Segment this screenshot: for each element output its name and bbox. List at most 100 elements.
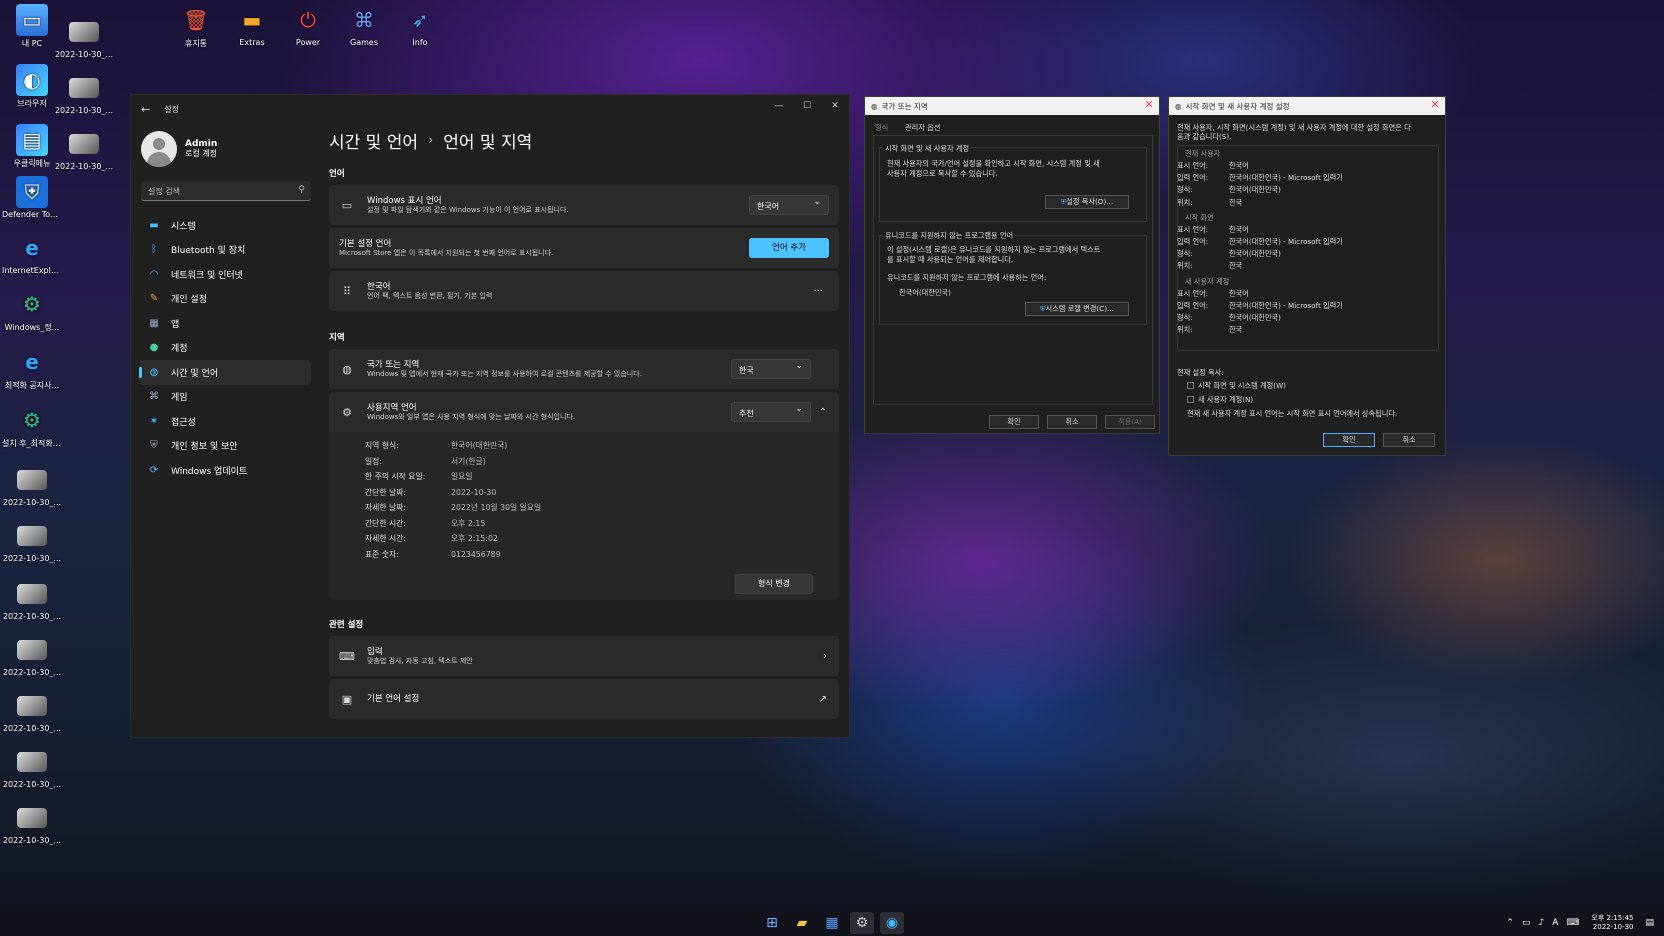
country-dropdown[interactable]: 한국 (731, 359, 811, 379)
group-title: 유니코드를 지원하지 않는 프로그램용 언어 (883, 231, 1016, 241)
sidebar-item-label: 네트워크 및 인터넷 (171, 270, 243, 281)
more-options-icon[interactable]: ··· (813, 286, 823, 297)
clock[interactable]: 오후 2:15:45 2022-10-30 (1591, 914, 1633, 932)
regional-format-icon: ⚙ (342, 405, 352, 419)
desktop-icon[interactable]: ⏻ Power (278, 4, 338, 47)
sidebar-item[interactable]: ◍ 시간 및 언어 (139, 360, 311, 385)
desktop-icon[interactable]: ⛨ Defender Tools.exe (2, 176, 62, 219)
desktop-icon[interactable]: ▤ 우클릭메뉴 (2, 124, 62, 169)
regional-format-dropdown[interactable]: 추천 (731, 402, 811, 422)
desktop-icon[interactable]: ▬ Extras (222, 4, 282, 47)
desktop-icon[interactable]: ▭ 내 PC (2, 4, 62, 49)
file-explorer-icon[interactable]: ▰ (790, 912, 814, 934)
apply-button[interactable]: 적용(A) (1105, 415, 1155, 429)
sidebar-item[interactable]: ◠ 네트워크 및 인터넷 (139, 262, 311, 287)
sidebar-item[interactable]: ᛒ Bluetooth 및 장치 (139, 238, 311, 263)
chevron-up-icon[interactable]: ⌃ (1506, 918, 1514, 928)
store-icon[interactable]: ▦ (820, 912, 844, 934)
desktop-icon[interactable]: 2022-10-30_... (54, 72, 114, 115)
setting-value: 한국 (1229, 261, 1243, 271)
desktop-icon[interactable]: ➶ Info (390, 4, 450, 47)
checkbox-newuser[interactable]: 새 사용자 계정(N) (1187, 395, 1253, 405)
card-title: 국가 또는 지역 (367, 359, 420, 370)
sidebar-item[interactable]: ⟳ Windows 업데이트 (139, 458, 311, 483)
clock-date: 2022-10-30 (1592, 923, 1634, 931)
ime-indicator[interactable]: A (1552, 918, 1558, 928)
desktop-icon-label: 2022-10-30_... (2, 612, 62, 621)
sidebar-item[interactable]: ⛨ 개인 정보 및 보안 (139, 434, 311, 459)
cancel-button[interactable]: 취소 (1383, 433, 1435, 447)
desktop-icon[interactable]: ⌘ Games (334, 4, 394, 47)
search-input[interactable]: 설정 검색 ⚲ (141, 181, 311, 201)
card-title: 한국어 (367, 281, 391, 292)
change-locale-button[interactable]: ⛨시스템 로캘 변경(C)... (1025, 302, 1129, 316)
group-text: 를 표시할 때 사용되는 언어를 제어합니다. (887, 255, 1014, 264)
close-icon[interactable]: ✕ (1143, 99, 1155, 111)
input-card[interactable]: ⌨ 입력 맞춤법 검사, 자동 고침, 텍스트 제안 › (329, 636, 839, 676)
settings-icon[interactable]: ⚙ (850, 912, 874, 934)
sidebar-item[interactable]: ▬ 시스템 (139, 213, 311, 238)
checkbox-welcome[interactable]: 시작 화면 및 시스템 계정(W) (1187, 381, 1286, 391)
desktop-icon[interactable]: 2022-10-30_... (2, 578, 62, 621)
user-profile[interactable]: Admin 로컬 계정 (141, 131, 217, 167)
ok-button[interactable]: 확인 (989, 415, 1039, 429)
setting-value: 한국어 (1229, 161, 1249, 170)
desktop-icon[interactable]: 2022-10-30_... (2, 464, 62, 507)
back-arrow-icon[interactable]: ← (141, 103, 150, 116)
section-heading: 현재 사용자 (1185, 149, 1221, 158)
sidebar-item[interactable]: ● 계정 (139, 336, 311, 361)
format-row: 한 주의 시작 요일: 일요일 (365, 469, 839, 485)
sidebar-item[interactable]: ▦ 앱 (139, 311, 311, 336)
maximize-icon[interactable]: ☐ (793, 95, 821, 117)
start-icon[interactable]: ⊞ (760, 912, 784, 934)
close-icon[interactable]: ✕ (821, 95, 849, 117)
ok-button[interactable]: 확인 (1323, 433, 1375, 447)
recycle-bin-icon: 🗑 (183, 8, 209, 32)
keyboard-icon[interactable]: ⌨ (1566, 918, 1579, 928)
sidebar-item[interactable]: ⌘ 게임 (139, 385, 311, 410)
admin-language-card[interactable]: ▣ 기본 언어 설정 ↗ (329, 679, 839, 719)
tab-format[interactable]: 형식 (875, 123, 888, 133)
change-format-button[interactable]: 형식 변경 (735, 574, 813, 594)
display-language-dropdown[interactable]: 한국어 (749, 195, 829, 215)
volume-icon[interactable]: ♪ (1538, 918, 1544, 928)
desktop-icon[interactable]: 2022-10-30_... (54, 128, 114, 171)
desktop-icon[interactable]: ⚙ Windows_정... (2, 288, 62, 333)
sidebar-item[interactable]: ✶ 접근성 (139, 409, 311, 434)
desktop-icon[interactable]: 2022-10-30_... (2, 802, 62, 845)
chevron-up-icon[interactable]: ⌃ (819, 407, 827, 418)
korean-language-card[interactable]: ⠿ 한국어 언어 팩, 텍스트 음성 변환, 필기, 기본 입력 ··· (329, 271, 839, 311)
desktop-icon[interactable]: 2022-10-30_... (54, 16, 114, 59)
group-title: 시작 화면 및 새 사용자 계정 (883, 144, 972, 154)
checkbox-icon[interactable] (1187, 382, 1194, 389)
card-title: 사용지역 언어 (367, 402, 417, 413)
breadcrumb-parent[interactable]: 시간 및 언어 (329, 128, 418, 153)
tab-admin[interactable]: 관리자 옵션 (905, 123, 940, 133)
desktop-icon[interactable]: 2022-10-30_... (2, 634, 62, 677)
add-language-button[interactable]: 언어 추가 (749, 238, 829, 258)
notification-icon[interactable]: ▤ (1645, 918, 1654, 928)
card-subtitle: Windows와 일부 앱은 사용 지역 형식에 맞는 날짜와 시간 형식입니다… (367, 412, 576, 421)
desktop-icon[interactable]: e InternetExplor... (2, 232, 62, 275)
cancel-button[interactable]: 취소 (1047, 415, 1097, 429)
desktop-icon[interactable]: ◐ 브라우저 (2, 64, 62, 109)
desktop-icon[interactable]: ⚙ 설치 후_최적화.cmd (2, 404, 62, 449)
desktop-icon[interactable]: 🗑 휴지통 (166, 4, 226, 49)
regional-format-card[interactable]: ⚙ 사용지역 언어 Windows와 일부 앱은 사용 지역 형식에 맞는 날짜와… (329, 392, 839, 432)
network-icon[interactable]: ▭ (1522, 918, 1531, 928)
minimize-icon[interactable]: — (765, 95, 793, 117)
copy-settings-button[interactable]: ⛨설정 복사(O)... (1045, 195, 1129, 209)
format-value: 일요일 (451, 472, 473, 482)
desktop-icon[interactable]: 2022-10-30_... (2, 520, 62, 563)
browser-icon[interactable]: ◉ (880, 912, 904, 934)
drag-handle-icon[interactable]: ⠿ (339, 285, 355, 298)
desktop-icon-label: 2022-10-30_... (54, 162, 114, 171)
desktop-icon[interactable]: e 최적화 공지사... (2, 346, 62, 391)
checkbox-icon[interactable] (1187, 396, 1194, 403)
globe-icon: ◍ (871, 101, 878, 111)
close-icon[interactable]: ✕ (1429, 99, 1441, 111)
desktop-icon[interactable]: 2022-10-30_... (2, 746, 62, 789)
sidebar-item[interactable]: ✎ 개인 설정 (139, 287, 311, 312)
desktop-icon[interactable]: 2022-10-30_... (2, 690, 62, 733)
breadcrumb: 시간 및 언어 › 언어 및 지역 (329, 125, 839, 155)
